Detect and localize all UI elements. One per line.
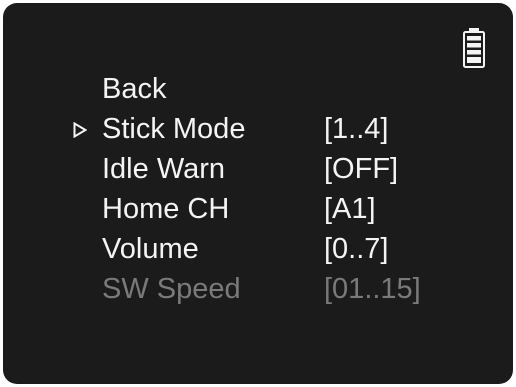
battery-full-icon bbox=[462, 27, 486, 69]
menu-item-back[interactable]: Back bbox=[3, 69, 513, 109]
menu-item-home-ch[interactable]: Home CH [A1] bbox=[3, 189, 513, 229]
menu-item-label: Stick Mode bbox=[102, 113, 246, 145]
menu-item-value: [01..15] bbox=[324, 273, 421, 305]
menu-item-value: [OFF] bbox=[324, 153, 399, 185]
menu-item-label: Idle Warn bbox=[102, 153, 226, 185]
menu-item-idle-warn[interactable]: Idle Warn [OFF] bbox=[3, 149, 513, 189]
menu-item-sw-speed: SW Speed [01..15] bbox=[3, 269, 513, 309]
menu-item-label: Back bbox=[102, 73, 167, 105]
device-screen: Back Stick Mode [1..4] Idle Warn [OFF] H… bbox=[3, 3, 513, 384]
menu-item-value: [0..7] bbox=[324, 233, 389, 265]
settings-menu: Back Stick Mode [1..4] Idle Warn [OFF] H… bbox=[3, 69, 513, 309]
menu-item-stick-mode[interactable]: Stick Mode [1..4] bbox=[3, 109, 513, 149]
menu-item-label: Volume bbox=[102, 233, 199, 265]
menu-item-label: Home CH bbox=[102, 193, 230, 225]
menu-item-volume[interactable]: Volume [0..7] bbox=[3, 229, 513, 269]
menu-item-value: [A1] bbox=[324, 193, 376, 225]
selection-cursor-icon bbox=[73, 109, 93, 149]
menu-item-value: [1..4] bbox=[324, 113, 389, 145]
menu-item-label: SW Speed bbox=[102, 273, 241, 305]
